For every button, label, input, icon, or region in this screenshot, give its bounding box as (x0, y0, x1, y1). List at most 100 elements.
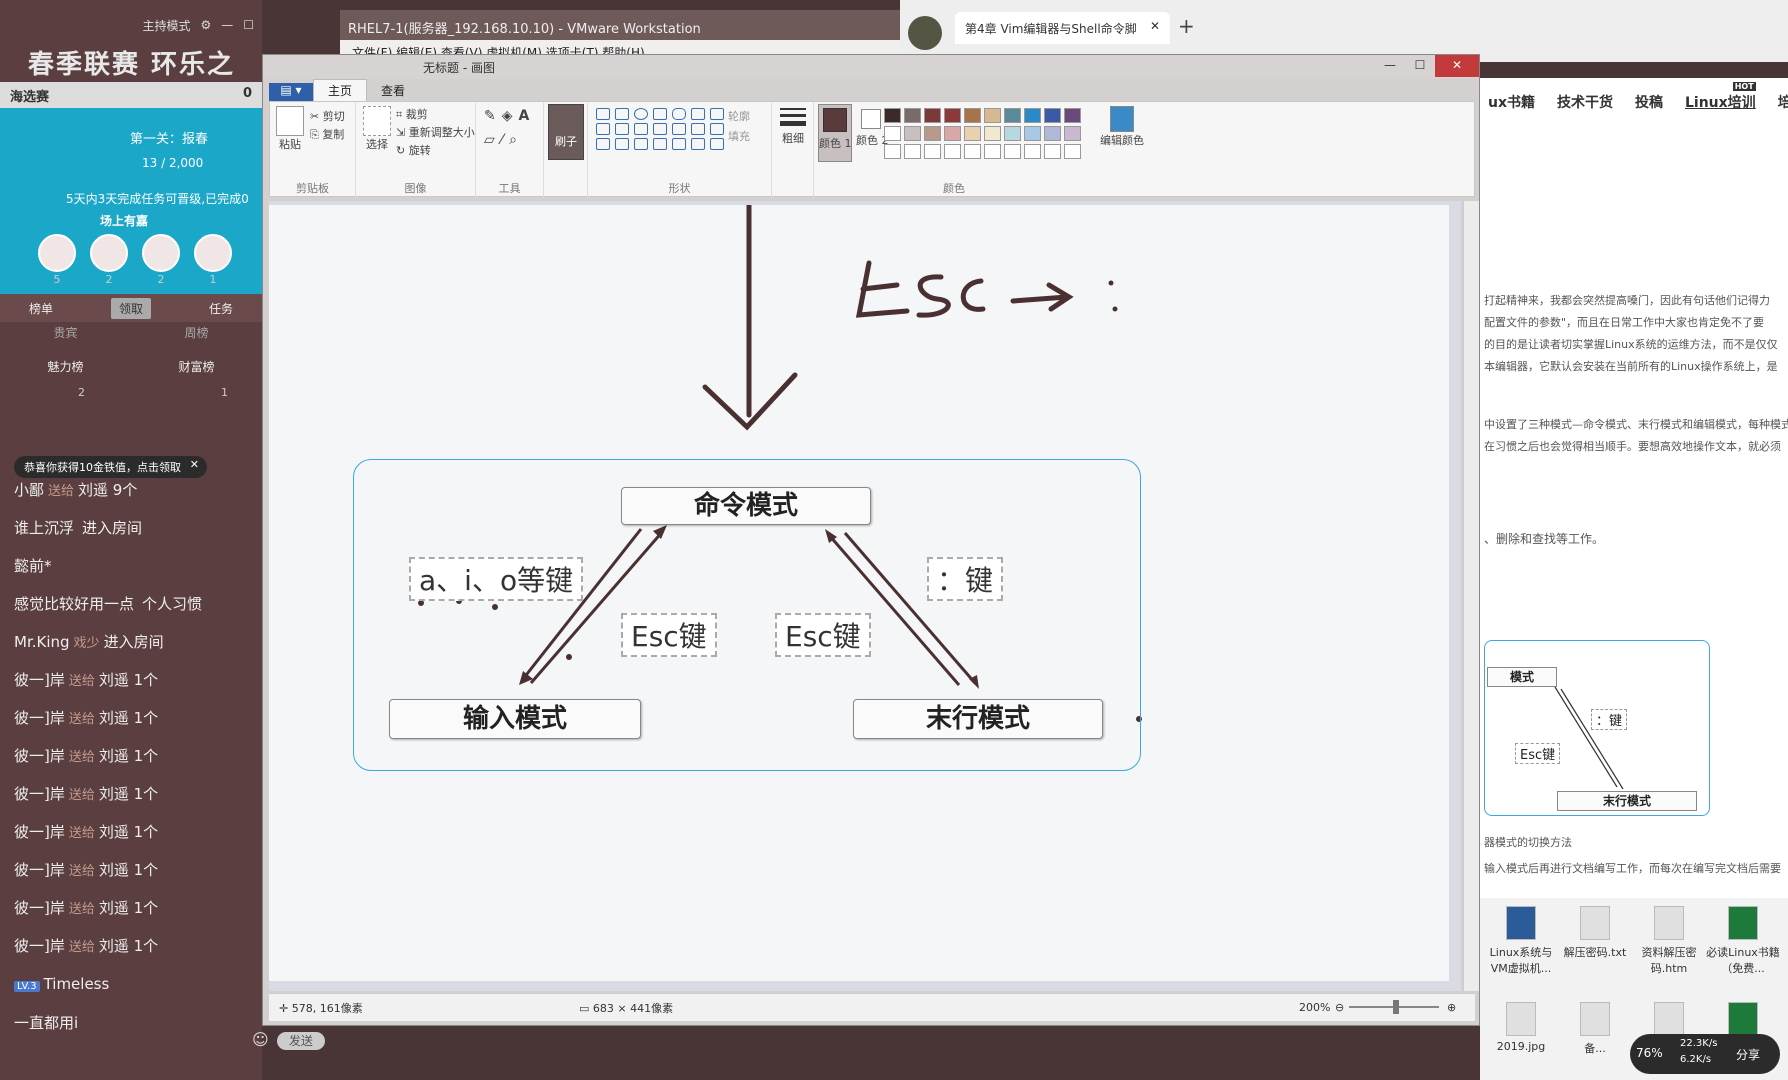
magnifier-icon[interactable]: ⌕ (509, 132, 523, 148)
chat-user[interactable]: 彼一]岸 (14, 709, 65, 727)
close-icon[interactable]: ✕ (1150, 19, 1160, 33)
desktop-icon[interactable]: 解压密码.txt (1558, 906, 1632, 960)
desktop-icon[interactable]: 2019.jpg (1484, 1002, 1558, 1053)
avatar[interactable]: 1 (194, 234, 232, 286)
settings-icon[interactable]: ⚙ (200, 18, 211, 32)
chat-user[interactable]: Timeless (44, 975, 110, 993)
nav-link[interactable]: 培 (1778, 92, 1788, 111)
color-swatch[interactable] (904, 126, 921, 141)
fill-icon[interactable]: ◈ (502, 108, 519, 124)
color-swatch[interactable] (1064, 126, 1081, 141)
fill-button[interactable]: 填充 (728, 128, 750, 144)
shape-oval[interactable] (634, 108, 648, 120)
select-button[interactable]: 选择 (362, 106, 392, 152)
zoom-slider-knob[interactable] (1393, 1000, 1399, 1014)
color-swatch[interactable] (1024, 108, 1041, 123)
desktop-icon[interactable]: 资料解压密码.htm (1632, 906, 1706, 976)
color-swatch[interactable] (1024, 144, 1041, 159)
shape-callout[interactable] (672, 138, 686, 150)
close-button[interactable]: ✕ (1435, 55, 1479, 77)
avatar[interactable]: 5 (38, 234, 76, 286)
color-swatch[interactable] (884, 108, 901, 123)
desktop-icon[interactable]: 必读Linux书籍（免费... (1706, 906, 1780, 976)
tab-weekly[interactable]: 周榜 (184, 324, 208, 341)
copy-button[interactable]: ⎘ 复制 (310, 126, 344, 142)
chat-user[interactable]: 彼一]岸 (14, 823, 65, 841)
color-swatch[interactable] (924, 144, 941, 159)
nav-link[interactable]: ux书籍 (1488, 92, 1535, 111)
desktop-icon[interactable]: 备... (1558, 1002, 1632, 1056)
shape-line[interactable] (596, 108, 610, 120)
chat-user[interactable]: Mr.King (14, 633, 70, 651)
esc-key-label-left[interactable]: Esc键 (621, 613, 717, 657)
shape-arrow-up[interactable] (710, 123, 724, 135)
avatar[interactable]: 2 (90, 234, 128, 286)
text-icon[interactable]: A (519, 108, 536, 124)
chat-user[interactable]: 懿前* (14, 557, 52, 575)
room-tab-bar[interactable]: 海选赛 0 (0, 82, 262, 108)
color-swatch[interactable] (884, 144, 901, 159)
browser-tab[interactable]: 第4章 Vim编辑器与Shell命令脚 ✕ (955, 12, 1170, 44)
tab-tasks[interactable]: 任务 (209, 300, 233, 317)
vertical-scrollbar[interactable] (1463, 201, 1479, 991)
send-button[interactable]: 发送 (276, 1032, 325, 1050)
wealth-rank[interactable]: 财富榜 (178, 358, 214, 375)
color-swatch[interactable] (904, 144, 921, 159)
host-mode-label[interactable]: 主持模式 (142, 17, 190, 34)
color-swatch[interactable] (1004, 144, 1021, 159)
resize-button[interactable]: ⇲ 重新调整大小 (396, 124, 475, 140)
tab-vip[interactable]: 贵宾 (53, 324, 77, 341)
color-swatch[interactable] (904, 108, 921, 123)
pencil-icon[interactable]: ✎ (484, 108, 502, 124)
zoom-out-button[interactable]: ⊖ (1335, 1001, 1344, 1014)
shape-rect[interactable] (653, 108, 667, 120)
tab-ranking[interactable]: 榜单 (29, 300, 53, 317)
paste-button[interactable]: 粘贴 (276, 106, 304, 152)
last-line-mode-box[interactable]: 末行模式 (853, 699, 1103, 739)
avatar[interactable]: 2 (142, 234, 180, 286)
color-swatch[interactable] (924, 126, 941, 141)
color-swatch[interactable] (984, 126, 1001, 141)
new-tab-button[interactable]: + (1178, 14, 1195, 38)
shape-righttri[interactable] (596, 123, 610, 135)
shape-triangle[interactable] (710, 108, 724, 120)
aio-keys-label[interactable]: a、i、o等键 (409, 557, 584, 601)
file-menu-button[interactable]: ▤ ▾ (269, 83, 313, 101)
chat-user[interactable]: 一直都用i (14, 1014, 78, 1032)
chat-user[interactable]: 彼一]岸 (14, 937, 65, 955)
chat-user[interactable]: 谁上沉浮 (14, 519, 74, 537)
maximize-button[interactable]: ☐ (1405, 55, 1435, 77)
shape-polygon[interactable] (691, 108, 705, 120)
shape-arrow-left[interactable] (691, 123, 705, 135)
minimize-icon[interactable]: — (221, 18, 233, 32)
nav-link[interactable]: 技术干货 (1557, 92, 1613, 111)
color-swatch[interactable] (964, 144, 981, 159)
chat-user[interactable]: 小鄙 (14, 481, 44, 499)
shape-curve[interactable] (615, 108, 629, 120)
avatar[interactable] (908, 16, 942, 50)
tab-claim[interactable]: 领取 (110, 297, 151, 319)
zoom-slider[interactable] (1349, 1000, 1439, 1014)
color-swatch[interactable] (1064, 144, 1081, 159)
chat-user[interactable]: 彼一]岸 (14, 671, 65, 689)
minimize-button[interactable]: — (1375, 55, 1405, 77)
size-button[interactable]: 粗细 (780, 108, 806, 146)
shape-star6[interactable] (653, 138, 667, 150)
shape-star5[interactable] (634, 138, 648, 150)
color-swatch[interactable] (1044, 144, 1061, 159)
color-swatch[interactable] (1064, 108, 1081, 123)
chat-user[interactable]: 彼一]岸 (14, 899, 65, 917)
maximize-icon[interactable]: ☐ (243, 18, 254, 32)
color-swatch[interactable] (984, 144, 1001, 159)
shape-hexagon[interactable] (653, 123, 667, 135)
color-swatch[interactable] (964, 126, 981, 141)
color-swatch[interactable] (1024, 126, 1041, 141)
shape-pentagon[interactable] (634, 123, 648, 135)
shape-roundrect[interactable] (672, 108, 686, 120)
share-button[interactable]: 分享 (1736, 1046, 1760, 1063)
chat-user[interactable]: 感觉比较好用一点 (14, 595, 134, 613)
command-mode-box[interactable]: 命令模式 (621, 487, 871, 525)
color-swatch[interactable] (924, 108, 941, 123)
picker-icon[interactable]: ⁄ (501, 132, 509, 148)
shape-star4[interactable] (615, 138, 629, 150)
